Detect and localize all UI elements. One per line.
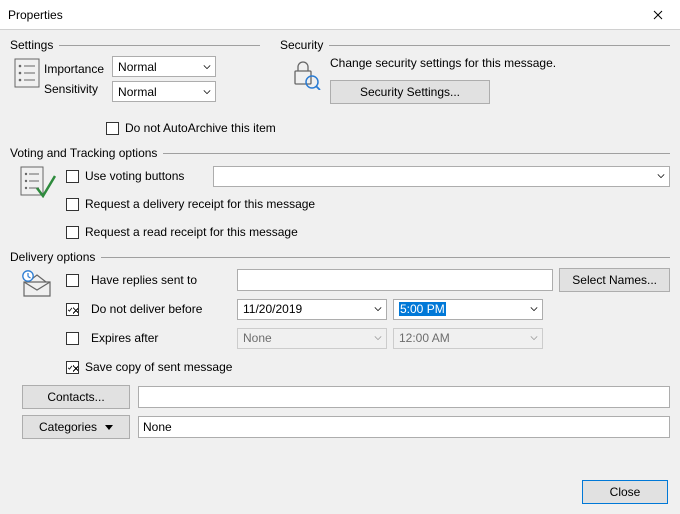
read-receipt-label: Request a read receipt for this message [85, 225, 298, 239]
security-icon [280, 56, 330, 104]
window-close-button[interactable] [635, 0, 680, 29]
chevron-down-icon [369, 300, 386, 319]
delivery-icon [10, 268, 66, 379]
do-not-deliver-date-combo[interactable]: 11/20/2019 [237, 299, 387, 320]
importance-combo[interactable]: Normal [112, 56, 216, 77]
delivery-heading: Delivery options [10, 250, 670, 264]
read-receipt-checkbox[interactable] [66, 226, 79, 239]
sensitivity-combo[interactable]: Normal [112, 81, 216, 102]
select-names-button[interactable]: Select Names... [559, 268, 670, 292]
chevron-down-icon [198, 82, 215, 101]
have-replies-checkbox[interactable] [66, 274, 79, 287]
title-bar: Properties [0, 0, 680, 30]
close-icon [653, 10, 663, 20]
save-copy-checkbox[interactable] [66, 361, 79, 374]
voting-icon [10, 164, 66, 244]
importance-label: Importance [44, 62, 104, 76]
categories-input[interactable]: None [138, 416, 670, 438]
chevron-down-icon [198, 57, 215, 76]
autoarchive-label: Do not AutoArchive this item [125, 121, 276, 135]
window-title: Properties [8, 8, 63, 22]
autoarchive-row: Do not AutoArchive this item [106, 116, 670, 140]
expires-date-combo: None [237, 328, 387, 349]
save-copy-label: Save copy of sent message [85, 360, 232, 374]
security-description: Change security settings for this messag… [330, 56, 670, 70]
expires-time-combo: 12:00 AM [393, 328, 543, 349]
use-voting-checkbox[interactable] [66, 170, 79, 183]
properties-icon [10, 56, 44, 102]
expires-checkbox[interactable] [66, 332, 79, 345]
have-replies-label: Have replies sent to [91, 273, 231, 287]
security-settings-button[interactable]: Security Settings... [330, 80, 490, 104]
delivery-receipt-label: Request a delivery receipt for this mess… [85, 197, 315, 211]
settings-group: Settings Importance Sensitivity Norma [10, 38, 260, 104]
sensitivity-label: Sensitivity [44, 82, 104, 96]
voting-buttons-combo[interactable] [213, 166, 670, 187]
settings-heading: Settings [10, 38, 260, 52]
chevron-down-icon [369, 329, 386, 348]
contacts-button[interactable]: Contacts... [22, 385, 130, 409]
contacts-input[interactable] [138, 386, 670, 408]
delivery-receipt-checkbox[interactable] [66, 198, 79, 211]
voting-heading: Voting and Tracking options [10, 146, 670, 160]
close-button[interactable]: Close [582, 480, 668, 504]
delivery-group: Delivery options Have replies sent to S [10, 250, 670, 439]
chevron-down-icon [525, 300, 542, 319]
chevron-down-icon [652, 167, 669, 186]
do-not-deliver-time-combo[interactable]: 5:00 PM [393, 299, 543, 320]
do-not-deliver-checkbox[interactable] [66, 303, 79, 316]
categories-button[interactable]: Categories [22, 415, 130, 439]
autoarchive-checkbox[interactable] [106, 122, 119, 135]
use-voting-label: Use voting buttons [85, 169, 213, 183]
chevron-down-icon [105, 425, 113, 430]
security-heading: Security [280, 38, 670, 52]
expires-label: Expires after [91, 331, 231, 345]
voting-group: Voting and Tracking options Use voting b… [10, 146, 670, 244]
have-replies-input[interactable] [237, 269, 553, 291]
security-group: Security Change security settings for th… [280, 38, 670, 104]
chevron-down-icon [525, 329, 542, 348]
do-not-deliver-label: Do not deliver before [91, 302, 231, 316]
